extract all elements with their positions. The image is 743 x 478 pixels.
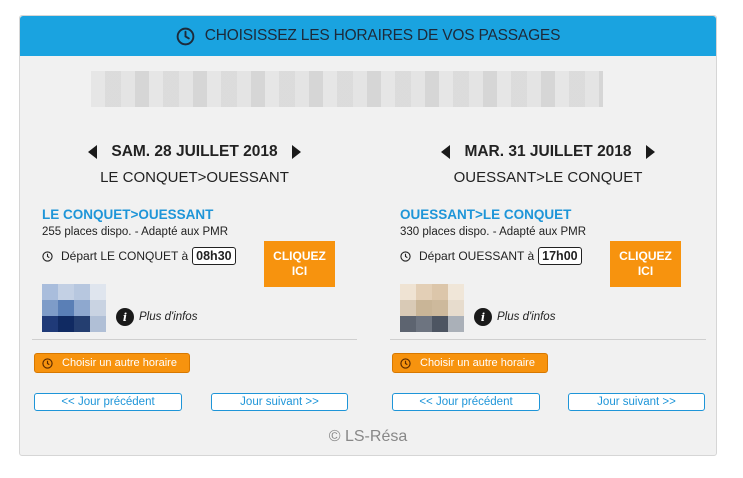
date-label: MAR. 31 JUILLET 2018 <box>464 143 632 160</box>
departure-label: Départ LE CONQUET à <box>61 249 189 263</box>
other-schedule-button[interactable]: Choisir un autre horaire <box>34 353 190 373</box>
departure-label: Départ OUESSANT à <box>419 249 535 263</box>
divider <box>390 339 706 340</box>
date-selector: SAM. 28 JUILLET 2018 <box>20 143 369 161</box>
departure-row: Départ LE CONQUET à 08h30 <box>42 247 236 265</box>
info-icon[interactable]: i <box>474 308 492 326</box>
route-title: LE CONQUET>OUESSANT <box>100 169 289 186</box>
departure-row: Départ OUESSANT à 17h00 <box>400 247 582 265</box>
clock-icon <box>400 357 411 369</box>
clock-icon <box>42 250 53 262</box>
cta-line-1: CLIQUEZ <box>273 249 326 263</box>
more-info-link[interactable]: Plus d'infos <box>497 311 555 323</box>
trip-availability: 330 places dispo. - Adapté aux PMR <box>400 226 587 238</box>
clock-icon <box>400 250 411 262</box>
date-selector: MAR. 31 JUILLET 2018 <box>378 143 718 161</box>
previous-day-button[interactable]: << Jour précédent <box>34 393 182 411</box>
other-schedule-label: Choisir un autre horaire <box>62 357 177 369</box>
cta-line-2: ICI <box>637 264 654 278</box>
trip-name: OUESSANT>LE CONQUET <box>400 207 572 222</box>
next-arrow-icon[interactable] <box>291 145 301 159</box>
divider <box>32 339 357 340</box>
date-label: SAM. 28 JUILLET 2018 <box>111 143 278 160</box>
trip-name: LE CONQUET>OUESSANT <box>42 207 214 222</box>
cta-line-2: ICI <box>291 264 308 278</box>
next-day-button[interactable]: Jour suivant >> <box>211 393 348 411</box>
copyright-footer: © LS-Résa <box>328 428 408 445</box>
ship-thumbnail <box>400 284 464 332</box>
other-schedule-label: Choisir un autre horaire <box>420 357 535 369</box>
panel-header: CHOISISSEZ LES HORAIRES DE VOS PASSAGES <box>20 16 716 56</box>
clock-icon <box>176 27 195 46</box>
select-trip-button[interactable]: CLIQUEZ ICI <box>264 241 335 287</box>
departure-time: 17h00 <box>538 247 582 265</box>
prev-arrow-icon[interactable] <box>441 145 451 159</box>
blurred-text <box>91 71 603 107</box>
panel-title: CHOISISSEZ LES HORAIRES DE VOS PASSAGES <box>204 27 561 44</box>
other-schedule-button[interactable]: Choisir un autre horaire <box>392 353 548 373</box>
previous-day-button[interactable]: << Jour précédent <box>392 393 540 411</box>
next-day-button[interactable]: Jour suivant >> <box>568 393 705 411</box>
trip-availability: 255 places dispo. - Adapté aux PMR <box>42 226 229 238</box>
clock-icon <box>42 357 53 369</box>
schedule-panel: CHOISISSEZ LES HORAIRES DE VOS PASSAGES … <box>19 15 717 456</box>
cta-line-1: CLIQUEZ <box>619 249 672 263</box>
departure-time: 08h30 <box>192 247 236 265</box>
route-title: OUESSANT>LE CONQUET <box>453 169 643 186</box>
more-info-link[interactable]: Plus d'infos <box>139 311 197 323</box>
prev-arrow-icon[interactable] <box>88 145 98 159</box>
select-trip-button[interactable]: CLIQUEZ ICI <box>610 241 681 287</box>
info-icon[interactable]: i <box>116 308 134 326</box>
ship-thumbnail <box>42 284 106 332</box>
next-arrow-icon[interactable] <box>645 145 655 159</box>
